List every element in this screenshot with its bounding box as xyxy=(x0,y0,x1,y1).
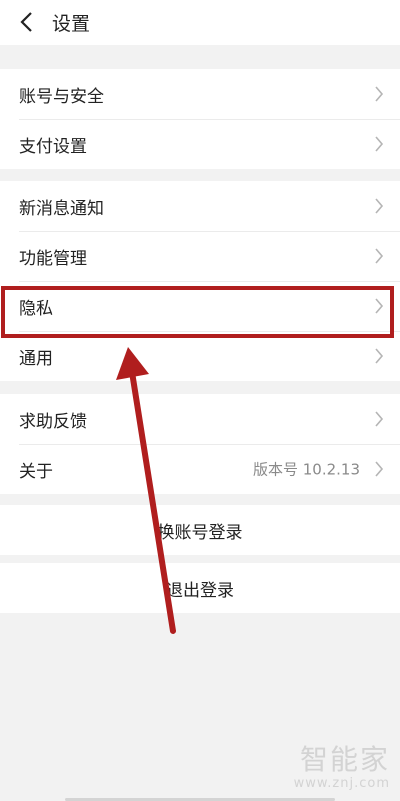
chevron-right-icon xyxy=(375,136,384,152)
highlight-box xyxy=(1,286,394,338)
settings-item-label: 支付设置 xyxy=(19,136,87,157)
settings-item-label: 账号与安全 xyxy=(19,86,104,107)
page-title: 设置 xyxy=(52,13,91,35)
logout-label: 退出登录 xyxy=(166,580,234,601)
settings-item-feature-management[interactable]: 功能管理 xyxy=(0,231,400,281)
chevron-right-icon xyxy=(375,411,384,427)
settings-item-label: 新消息通知 xyxy=(19,198,104,219)
settings-group-general: 新消息通知 功能管理 隐私 通用 xyxy=(0,181,400,381)
settings-item-payment[interactable]: 支付设置 xyxy=(0,119,400,169)
watermark-url: www.znj.com xyxy=(293,776,390,791)
settings-item-account-security[interactable]: 账号与安全 xyxy=(0,69,400,119)
logout-button[interactable]: 退出登录 xyxy=(0,563,400,613)
settings-group-account: 账号与安全 支付设置 xyxy=(0,69,400,169)
settings-item-label: 关于 xyxy=(19,461,53,482)
watermark: 智能家 www.znj.com xyxy=(294,738,390,791)
chevron-right-icon xyxy=(375,461,384,477)
chevron-right-icon xyxy=(375,348,384,364)
back-button[interactable] xyxy=(10,6,42,38)
watermark-logo: 智能家 xyxy=(299,743,390,776)
settings-group-help: 求助反馈 关于 版本号 10.2.13 xyxy=(0,394,400,494)
settings-item-label: 通用 xyxy=(19,348,53,369)
settings-item-general[interactable]: 通用 xyxy=(0,331,400,381)
settings-item-label: 功能管理 xyxy=(19,248,87,269)
settings-item-notifications[interactable]: 新消息通知 xyxy=(0,181,400,231)
settings-item-label: 求助反馈 xyxy=(19,411,87,432)
switch-account-label: 换账号登录 xyxy=(157,522,243,543)
settings-item-about[interactable]: 关于 版本号 10.2.13 xyxy=(0,444,400,494)
settings-item-feedback[interactable]: 求助反馈 xyxy=(0,394,400,444)
top-bar: 设置 xyxy=(0,0,400,45)
version-text: 版本号 10.2.13 xyxy=(252,460,360,479)
chevron-right-icon xyxy=(375,198,384,214)
switch-account-button[interactable]: 换账号登录 xyxy=(0,505,400,555)
chevron-right-icon xyxy=(375,248,384,264)
chevron-right-icon xyxy=(375,86,384,102)
chevron-left-icon xyxy=(20,12,32,32)
